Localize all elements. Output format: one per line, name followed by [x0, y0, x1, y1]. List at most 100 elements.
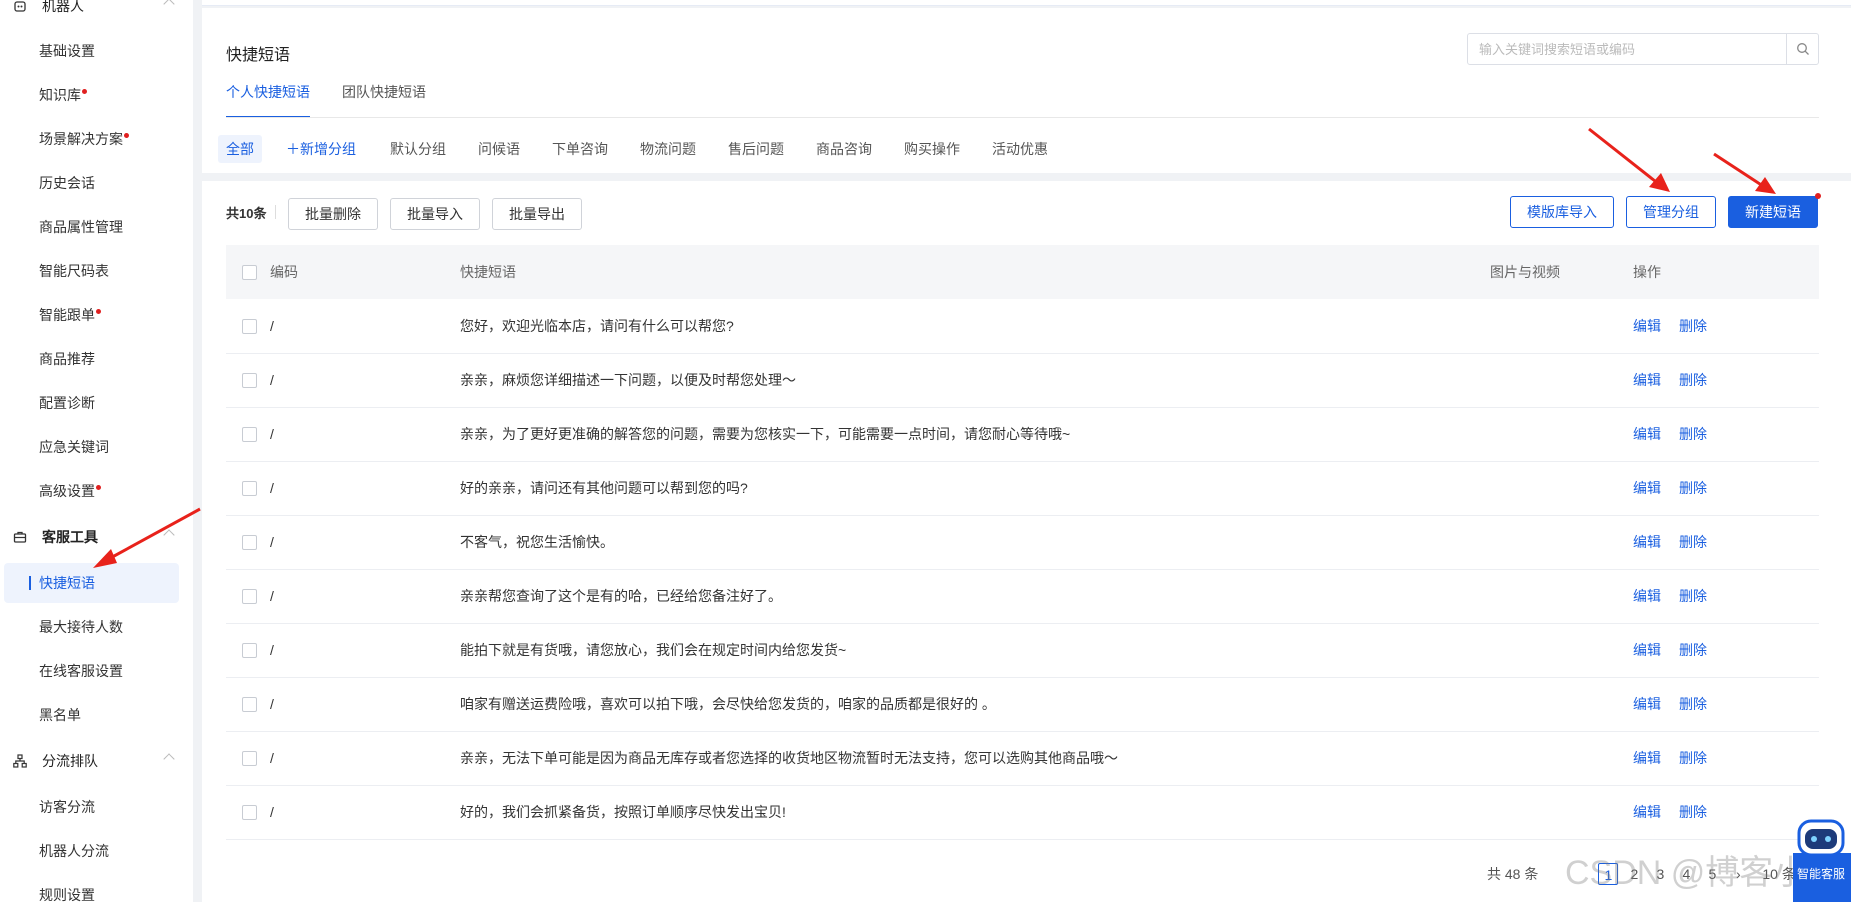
row-phrase: 亲亲，无法下单可能是因为商品无库存或者您选择的收货地区物流暂时无法支持，您可以选…: [460, 750, 1118, 766]
delete-link[interactable]: 删除: [1679, 696, 1707, 712]
row-checkbox[interactable]: [242, 373, 257, 389]
category-all[interactable]: 全部: [218, 135, 262, 163]
row-checkbox[interactable]: [242, 427, 257, 443]
sidebar-item[interactable]: 智能尺码表: [0, 251, 193, 291]
sidebar: 机器人 基础设置 知识库 场景解决方案历史会话商品属性管理 智能尺码表 智能跟单商品推荐…: [0, 0, 193, 902]
row-checkbox[interactable]: [242, 751, 257, 767]
edit-link[interactable]: 编辑: [1633, 804, 1661, 820]
robot-label: 智能客服: [1797, 867, 1846, 881]
category-chip[interactable]: 下单咨询: [544, 135, 616, 163]
manage-groups-button[interactable]: 管理分组: [1626, 196, 1716, 228]
active-indicator: [29, 576, 31, 590]
row-phrase: 好的亲亲，请问还有其他问题可以帮到您的吗?: [460, 480, 748, 496]
delete-link[interactable]: 删除: [1679, 372, 1707, 388]
batch-delete-button[interactable]: 批量删除: [288, 198, 378, 230]
sidebar-item[interactable]: 智能跟单: [0, 295, 193, 335]
table-row: / 好的，我们会抓紧备货，按照订单顺序尽快发出宝贝! 编辑 删除: [226, 785, 1819, 839]
sidebar-item[interactable]: 知识库: [0, 75, 193, 115]
sidebar-item[interactable]: 配置诊断: [0, 383, 193, 423]
row-phrase: 咱家有赠送运费险哦，喜欢可以拍下哦，会尽快给您发货的，咱家的品质都是很好的 。: [460, 696, 996, 712]
sidebar-group-label: 机器人: [42, 0, 84, 14]
edit-link[interactable]: 编辑: [1633, 480, 1661, 496]
row-media: [1490, 731, 1633, 785]
new-phrase-button[interactable]: 新建短语: [1728, 196, 1818, 228]
edit-link[interactable]: 编辑: [1633, 426, 1661, 442]
table-row: / 不客气，祝您生活愉快。 编辑 删除: [226, 515, 1819, 569]
delete-link[interactable]: 删除: [1679, 534, 1707, 550]
delete-link[interactable]: 删除: [1679, 750, 1707, 766]
annotation-arrow-icon: [1588, 127, 1670, 192]
sidebar-item[interactable]: 访客分流: [0, 787, 193, 827]
annotation-arrow-icon: [1713, 152, 1776, 194]
chevron-up-icon[interactable]: [163, 753, 175, 765]
batch-import-button[interactable]: 批量导入: [390, 198, 480, 230]
delete-link[interactable]: 删除: [1679, 318, 1707, 334]
category-chip[interactable]: 商品咨询: [808, 135, 880, 163]
sidebar-item[interactable]: 商品推荐: [0, 339, 193, 379]
category-chip[interactable]: 默认分组: [382, 135, 454, 163]
sidebar-item-label: 历史会话: [39, 175, 95, 191]
category-chip[interactable]: 问候语: [470, 135, 528, 163]
sidebar-group-label: 分流排队: [42, 753, 98, 769]
row-checkbox[interactable]: [242, 697, 257, 713]
chevron-up-icon[interactable]: [163, 0, 175, 10]
delete-link[interactable]: 删除: [1679, 426, 1707, 442]
delete-link[interactable]: 删除: [1679, 642, 1707, 658]
row-checkbox[interactable]: [242, 535, 257, 551]
sidebar-group-queue[interactable]: 分流排队: [0, 741, 193, 781]
category-chip[interactable]: 活动优惠: [984, 135, 1056, 163]
row-checkbox[interactable]: [242, 589, 257, 605]
sidebar-item-label: 访客分流: [39, 799, 95, 815]
edit-link[interactable]: 编辑: [1633, 588, 1661, 604]
row-media: [1490, 623, 1633, 677]
sidebar-item-label: 商品推荐: [39, 351, 95, 367]
tab-personal[interactable]: 个人快捷短语: [226, 82, 310, 118]
edit-link[interactable]: 编辑: [1633, 750, 1661, 766]
delete-link[interactable]: 删除: [1679, 480, 1707, 496]
edit-link[interactable]: 编辑: [1633, 372, 1661, 388]
table-row: / 能拍下就是有货哦，请您放心，我们会在规定时间内给您发货~ 编辑 删除: [226, 623, 1819, 677]
annotation-arrow-icon: [93, 507, 201, 568]
sidebar-item[interactable]: 商品属性管理: [0, 207, 193, 247]
sidebar-item[interactable]: 黑名单: [0, 695, 193, 735]
add-group-button[interactable]: ＋新增分组: [278, 135, 364, 163]
table-row: / 好的亲亲，请问还有其他问题可以帮到您的吗? 编辑 删除: [226, 461, 1819, 515]
sidebar-item[interactable]: 场景解决方案: [0, 119, 193, 159]
edit-link[interactable]: 编辑: [1633, 318, 1661, 334]
batch-export-button[interactable]: 批量导出: [492, 198, 582, 230]
pagination-total: 共 48 条: [1487, 866, 1539, 882]
template-import-button[interactable]: 模版库导入: [1510, 196, 1614, 228]
tab-team[interactable]: 团队快捷短语: [342, 82, 426, 118]
delete-link[interactable]: 删除: [1679, 588, 1707, 604]
sidebar-item[interactable]: 历史会话: [0, 163, 193, 203]
assistant-robot-button[interactable]: 智能客服: [1791, 815, 1851, 902]
sidebar-item[interactable]: 最大接待人数: [0, 607, 193, 647]
column-header-phrase: 快捷短语: [460, 264, 516, 280]
category-chip[interactable]: 购买操作: [896, 135, 968, 163]
row-checkbox[interactable]: [242, 805, 257, 821]
sidebar-item[interactable]: 基础设置: [0, 31, 193, 71]
sidebar-item-label: 应急关键词: [39, 439, 109, 455]
edit-link[interactable]: 编辑: [1633, 534, 1661, 550]
sidebar-group-robot[interactable]: 机器人: [0, 0, 193, 26]
category-chip[interactable]: 物流问题: [632, 135, 704, 163]
row-phrase: 亲亲，麻烦您详细描述一下问题，以便及时帮您处理～: [460, 372, 796, 388]
table-row: / 亲亲，为了更好更准确的解答您的问题，需要为您核实一下，可能需要一点时间，请您耐…: [226, 407, 1819, 461]
sidebar-item[interactable]: 应急关键词: [0, 427, 193, 467]
row-checkbox[interactable]: [242, 643, 257, 659]
robot-assistant-icon: [1793, 819, 1851, 902]
toolbox-icon: [12, 529, 28, 545]
edit-link[interactable]: 编辑: [1633, 696, 1661, 712]
category-chip[interactable]: 售后问题: [720, 135, 792, 163]
sidebar-item[interactable]: 在线客服设置: [0, 651, 193, 691]
select-all-checkbox[interactable]: [242, 265, 257, 281]
edit-link[interactable]: 编辑: [1633, 642, 1661, 658]
sidebar-item[interactable]: 机器人分流: [0, 831, 193, 871]
notification-dot: [96, 484, 101, 490]
sidebar-item[interactable]: 规则设置: [0, 875, 193, 902]
row-checkbox[interactable]: [242, 319, 257, 335]
delete-link[interactable]: 删除: [1679, 804, 1707, 820]
search-input[interactable]: [1468, 34, 1786, 64]
row-checkbox[interactable]: [242, 481, 257, 497]
search-button[interactable]: [1786, 34, 1818, 64]
